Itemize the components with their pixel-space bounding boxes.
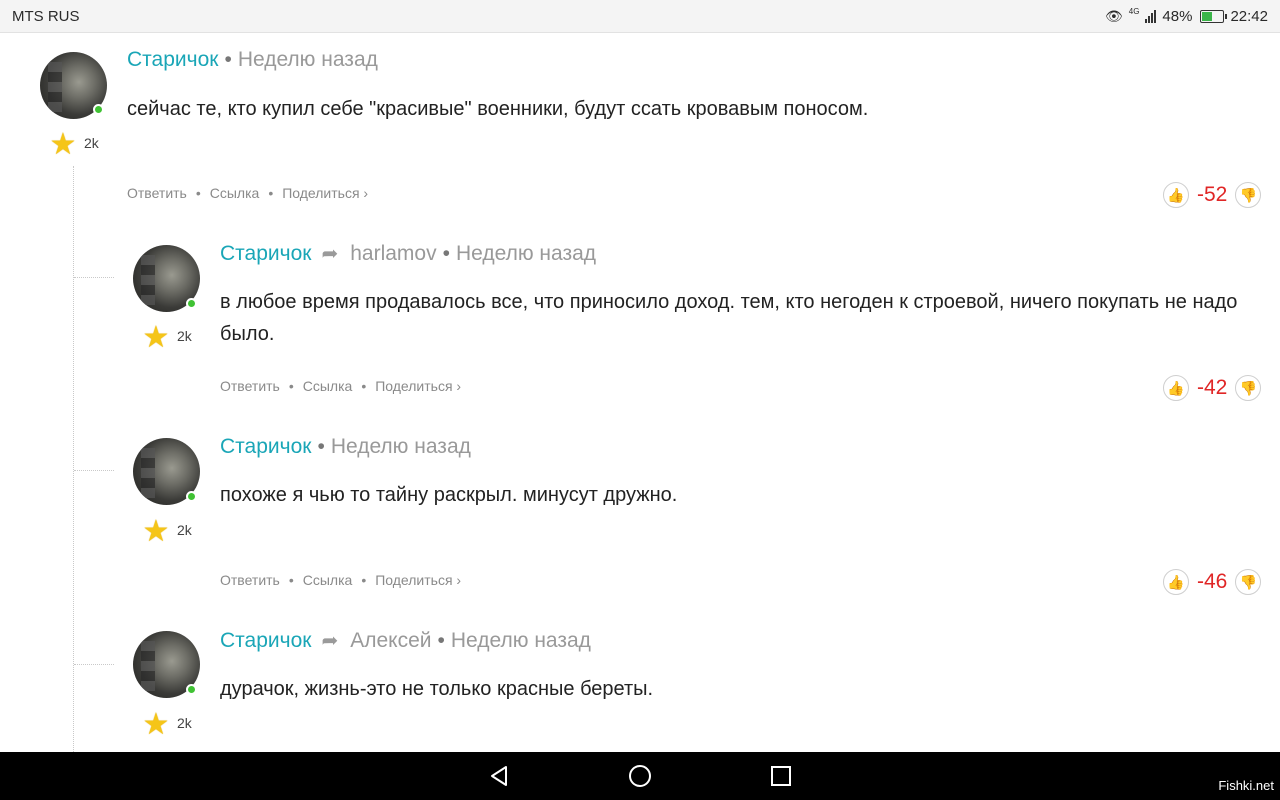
online-indicator <box>186 298 197 309</box>
karma-count: 2k <box>177 522 192 538</box>
author-link[interactable]: Старичок <box>127 48 218 72</box>
recent-apps-icon[interactable] <box>768 763 794 789</box>
thread-branch <box>74 664 114 665</box>
share-link[interactable]: Поделиться › <box>375 572 461 588</box>
comment-text: сейчас те, кто купил себе "красивые" вое… <box>127 98 869 120</box>
timestamp[interactable]: Неделю назад <box>238 48 378 72</box>
comment-header: Старичок ➦ Алексей • Неделю назад <box>220 628 591 653</box>
comment-actions: Ответить • Ссылка • Поделиться › <box>127 185 369 201</box>
clock: 22:42 <box>1230 7 1268 25</box>
thumb-down-icon[interactable]: 👎 <box>1235 182 1262 208</box>
battery-percent: 48% <box>1162 7 1193 25</box>
karma-count: 2k <box>177 715 192 731</box>
comment-text: в любое время продавалось все, что прино… <box>220 291 1238 345</box>
back-icon[interactable] <box>486 763 512 789</box>
comment-header: Старичок • Неделю назад <box>220 435 471 459</box>
karma-count: 2k <box>84 135 99 151</box>
star-icon: ★ <box>49 128 77 161</box>
separator-dot: • <box>437 628 445 652</box>
timestamp[interactable]: Неделю назад <box>451 629 591 653</box>
reply-link[interactable]: Ответить <box>127 185 187 201</box>
vote-score: -46 <box>1197 570 1228 593</box>
reply-to-user[interactable]: harlamov <box>350 242 436 266</box>
star-icon: ★ <box>142 708 170 741</box>
separator-dot: • <box>317 435 325 458</box>
online-indicator <box>186 684 197 695</box>
star-icon: ★ <box>142 321 170 354</box>
separator-dot: • <box>442 241 450 265</box>
timestamp[interactable]: Неделю назад <box>456 242 596 266</box>
comment-text: похоже я чью то тайну раскрыл. минусут д… <box>220 484 678 506</box>
comment-header: Старичок • Неделю назад <box>127 48 378 72</box>
thumb-up-icon[interactable]: 👍 <box>1163 182 1189 208</box>
author-link[interactable]: Старичок <box>220 629 311 653</box>
permalink-link[interactable]: Ссылка <box>303 378 353 394</box>
comment-header: Старичок ➦ harlamov • Неделю назад <box>220 241 596 266</box>
thumb-up-icon[interactable]: 👍 <box>1163 375 1189 401</box>
vote-controls: 👍 -52 👎 <box>1163 182 1262 208</box>
vote-controls: 👍 -46 👎 <box>1163 569 1262 595</box>
comment-actions: Ответить • Ссылка • Поделиться › <box>220 378 462 394</box>
network-type: 4G <box>1128 6 1140 16</box>
share-link[interactable]: Поделиться › <box>282 185 368 201</box>
reply-to-user[interactable]: Алексей <box>350 629 431 653</box>
home-icon[interactable] <box>627 763 653 789</box>
online-indicator <box>93 104 104 115</box>
reply-arrow-icon: ➦ <box>321 243 339 265</box>
permalink-link[interactable]: Ссылка <box>210 185 260 201</box>
reply-arrow-icon: ➦ <box>321 630 339 652</box>
thumb-up-icon[interactable]: 👍 <box>1163 569 1189 595</box>
battery-icon <box>1200 9 1228 23</box>
permalink-link[interactable]: Ссылка <box>303 572 353 588</box>
share-link[interactable]: Поделиться › <box>375 378 461 394</box>
timestamp[interactable]: Неделю назад <box>331 435 471 459</box>
author-link[interactable]: Старичок <box>220 242 311 266</box>
vote-score: -52 <box>1197 183 1228 206</box>
thread-branch <box>74 277 114 278</box>
online-indicator <box>186 491 197 502</box>
carrier-label: MTS RUS <box>12 7 80 25</box>
status-bar: MTS RUS 👁 4G 48% 22:42 <box>0 0 1280 33</box>
navigation-bar <box>0 752 1280 800</box>
comment-actions: Ответить • Ссылка • Поделиться › <box>220 572 462 588</box>
signal-icon <box>1145 9 1157 23</box>
star-icon: ★ <box>142 515 170 548</box>
karma-count: 2k <box>177 328 192 344</box>
comment-text: дурачок, жизнь-это не только красные бер… <box>220 678 654 700</box>
vote-controls: 👍 -42 👎 <box>1163 375 1262 401</box>
thread-branch <box>74 470 114 471</box>
reply-link[interactable]: Ответить <box>220 572 280 588</box>
watermark: Fishki.net <box>1218 778 1274 793</box>
vote-score: -42 <box>1197 376 1228 399</box>
eye-comfort-icon: 👁 <box>1104 7 1123 24</box>
separator-dot: • <box>224 48 232 71</box>
reply-link[interactable]: Ответить <box>220 378 280 394</box>
status-indicators: 👁 4G 48% 22:42 <box>1104 6 1268 25</box>
thumb-down-icon[interactable]: 👎 <box>1235 375 1262 401</box>
comments-feed[interactable]: ★ 2k Старичок • Неделю назад сейчас те, … <box>0 34 1280 752</box>
author-link[interactable]: Старичок <box>220 435 311 459</box>
thumb-down-icon[interactable]: 👎 <box>1235 569 1262 595</box>
